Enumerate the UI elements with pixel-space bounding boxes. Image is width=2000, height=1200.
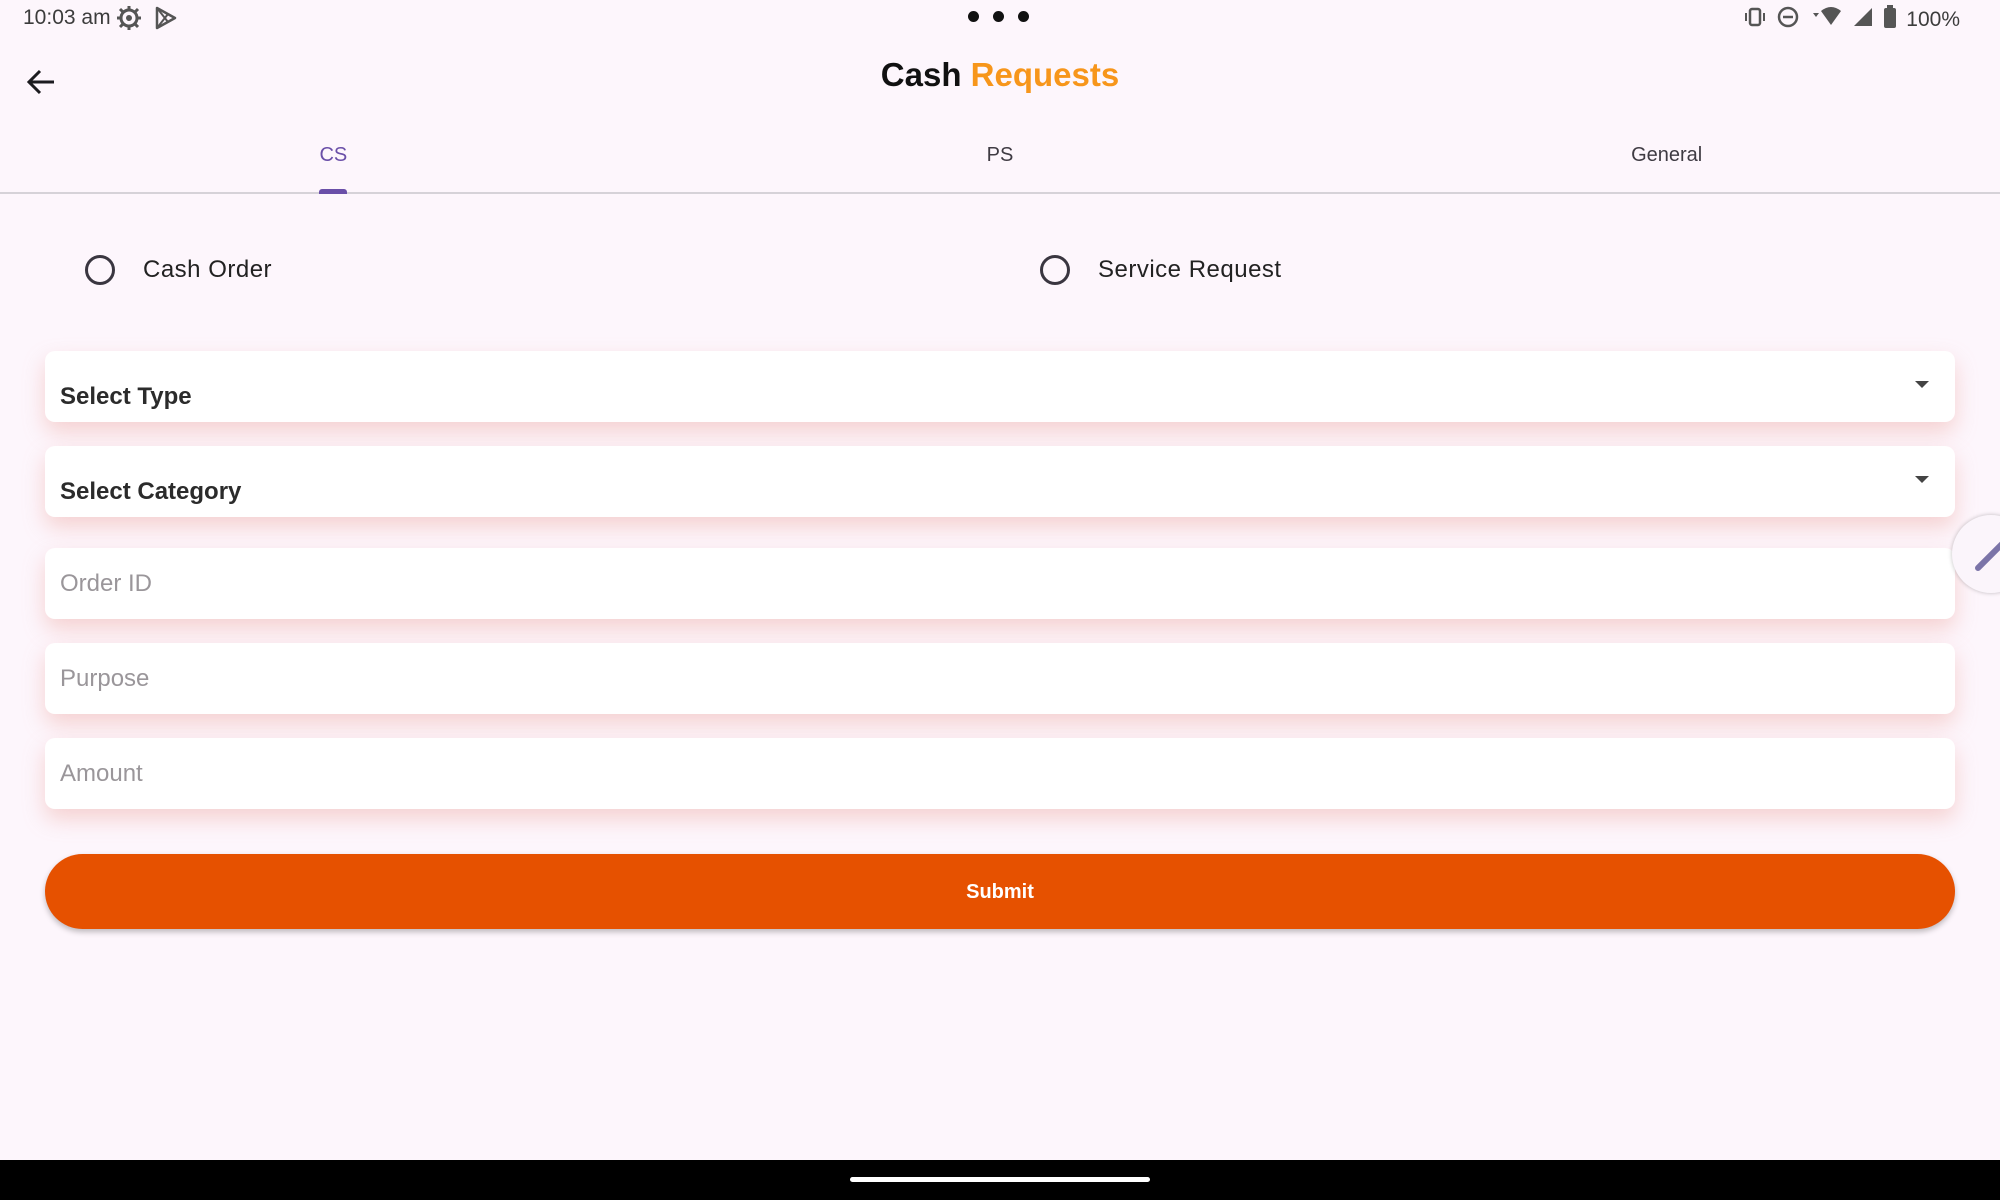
tab-cs[interactable]: CS — [0, 130, 667, 194]
radio-cash-order-circle[interactable] — [85, 255, 115, 285]
radio-cash-order[interactable]: Cash Order — [85, 255, 272, 285]
app-bar: Cash Requests — [0, 38, 2000, 118]
page-title: Cash Requests — [0, 56, 2000, 94]
dropdown-arrow-icon — [1915, 476, 1929, 483]
do-not-disturb-icon — [1776, 5, 1800, 35]
select-category-label: Select Category — [60, 478, 242, 505]
purpose-field[interactable]: Purpose — [45, 643, 1955, 714]
amount-field[interactable]: Amount — [45, 738, 1955, 809]
amount-placeholder: Amount — [60, 760, 143, 787]
tab-cs-label: CS — [319, 144, 348, 166]
tab-ps[interactable]: PS — [667, 130, 1334, 192]
radio-service-request[interactable]: Service Request — [1040, 255, 1282, 285]
request-kind-radio-group: Cash Order Service Request — [0, 255, 2000, 305]
status-time: 10:03 am — [23, 6, 111, 29]
tab-ps-label: PS — [986, 144, 1014, 166]
battery-percent: 100% — [1906, 8, 1960, 31]
pencil-icon — [1975, 541, 2000, 571]
order-id-placeholder: Order ID — [60, 570, 153, 597]
edit-fab-button[interactable] — [1952, 515, 2000, 593]
radio-service-request-circle[interactable] — [1040, 255, 1070, 285]
more-dots-indicator — [968, 11, 1029, 22]
tab-general-label: General — [1631, 144, 1703, 166]
tab-general[interactable]: General — [1333, 130, 2000, 192]
radio-cash-order-label: Cash Order — [143, 256, 273, 283]
radio-service-request-label: Service Request — [1098, 256, 1282, 283]
select-type-dropdown[interactable]: Select Type — [45, 351, 1955, 422]
purpose-placeholder: Purpose — [60, 665, 150, 692]
order-id-field[interactable]: Order ID — [45, 548, 1955, 619]
system-nav-bar — [0, 1160, 2000, 1200]
submit-button[interactable]: Submit — [45, 854, 1955, 929]
tab-bar: CS PS General — [0, 130, 2000, 194]
page-title-accent: Requests — [970, 56, 1120, 93]
dropdown-arrow-icon — [1915, 381, 1929, 388]
page-title-main: Cash — [880, 56, 962, 93]
gesture-handle[interactable] — [850, 1177, 1150, 1182]
select-type-label: Select Type — [60, 383, 192, 410]
tab-active-indicator — [319, 189, 348, 194]
play-store-icon — [153, 5, 179, 36]
settings-gear-icon — [115, 4, 143, 37]
select-category-dropdown[interactable]: Select Category — [45, 446, 1955, 517]
status-bar: 10:03 am 100% — [0, 0, 2000, 38]
vibrate-icon — [1743, 6, 1767, 34]
signal-icon — [1852, 6, 1874, 34]
wifi-icon — [1809, 5, 1843, 35]
battery-icon — [1883, 5, 1897, 35]
